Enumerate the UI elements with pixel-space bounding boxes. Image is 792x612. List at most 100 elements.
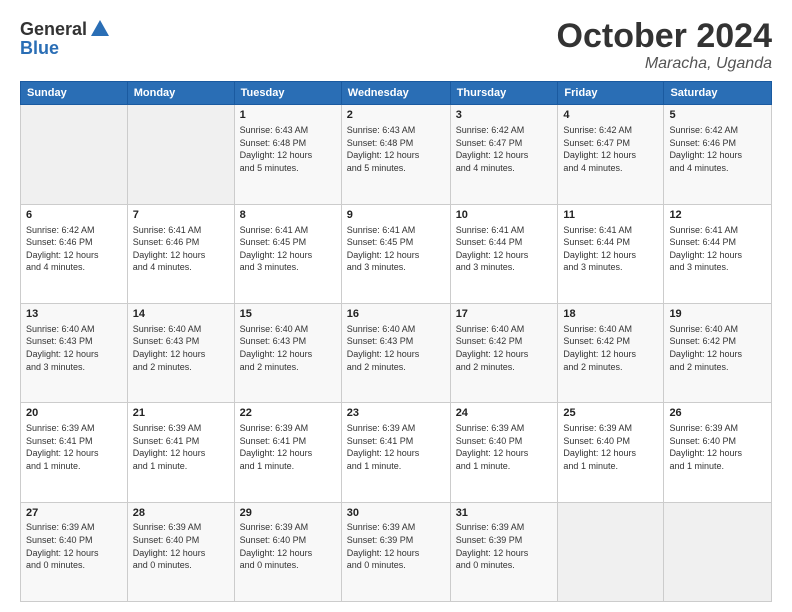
day-number: 8 xyxy=(240,208,336,223)
day-number: 2 xyxy=(347,108,445,123)
calendar-cell: 26Sunrise: 6:39 AM Sunset: 6:40 PM Dayli… xyxy=(664,403,772,502)
day-number: 29 xyxy=(240,506,336,521)
day-info: Sunrise: 6:40 AM Sunset: 6:43 PM Dayligh… xyxy=(26,323,122,373)
calendar-cell: 24Sunrise: 6:39 AM Sunset: 6:40 PM Dayli… xyxy=(450,403,558,502)
day-number: 9 xyxy=(347,208,445,223)
day-info: Sunrise: 6:39 AM Sunset: 6:40 PM Dayligh… xyxy=(669,422,766,472)
header: General Blue October 2024 Maracha, Ugand… xyxy=(20,18,772,73)
weekday-header-row: SundayMondayTuesdayWednesdayThursdayFrid… xyxy=(21,82,772,105)
day-info: Sunrise: 6:39 AM Sunset: 6:40 PM Dayligh… xyxy=(240,521,336,571)
calendar-cell: 27Sunrise: 6:39 AM Sunset: 6:40 PM Dayli… xyxy=(21,502,128,601)
calendar-cell: 7Sunrise: 6:41 AM Sunset: 6:46 PM Daylig… xyxy=(127,204,234,303)
day-info: Sunrise: 6:42 AM Sunset: 6:47 PM Dayligh… xyxy=(563,124,658,174)
week-row-4: 20 Sunrise: 6:39 AM Sunset: 6:41 PM Dayli… xyxy=(21,403,772,502)
day-number: 14 xyxy=(133,307,229,322)
day-info: Sunrise: 6:39 AM Sunset: 6:41 PM Dayligh… xyxy=(347,422,445,472)
day-info: Sunrise: 6:43 AM Sunset: 6:48 PM Dayligh… xyxy=(240,124,336,174)
calendar-cell: 28Sunrise: 6:39 AM Sunset: 6:40 PM Dayli… xyxy=(127,502,234,601)
day-info: Sunrise: 6:41 AM Sunset: 6:44 PM Dayligh… xyxy=(456,224,553,274)
weekday-header-saturday: Saturday xyxy=(664,82,772,105)
calendar-cell: 2Sunrise: 6:43 AM Sunset: 6:48 PM Daylig… xyxy=(341,105,450,204)
weekday-header-thursday: Thursday xyxy=(450,82,558,105)
day-number: 23 xyxy=(347,406,445,421)
day-info: Sunrise: 6:41 AM Sunset: 6:45 PM Dayligh… xyxy=(240,224,336,274)
calendar-cell: 5Sunrise: 6:42 AM Sunset: 6:46 PM Daylig… xyxy=(664,105,772,204)
day-number: 26 xyxy=(669,406,766,421)
calendar-cell: 8Sunrise: 6:41 AM Sunset: 6:45 PM Daylig… xyxy=(234,204,341,303)
calendar-cell: 25Sunrise: 6:39 AM Sunset: 6:40 PM Dayli… xyxy=(558,403,664,502)
day-number: 18 xyxy=(563,307,658,322)
day-number: 6 xyxy=(26,208,122,223)
week-row-2: 6Sunrise: 6:42 AM Sunset: 6:46 PM Daylig… xyxy=(21,204,772,303)
weekday-header-sunday: Sunday xyxy=(21,82,128,105)
day-number: 27 xyxy=(26,506,122,521)
calendar-cell: 21Sunrise: 6:39 AM Sunset: 6:41 PM Dayli… xyxy=(127,403,234,502)
day-number: 10 xyxy=(456,208,553,223)
calendar-cell: 10Sunrise: 6:41 AM Sunset: 6:44 PM Dayli… xyxy=(450,204,558,303)
day-number: 24 xyxy=(456,406,553,421)
day-info: Sunrise: 6:39 AM Sunset: 6:40 PM Dayligh… xyxy=(456,422,553,472)
day-number: 19 xyxy=(669,307,766,322)
day-number: 16 xyxy=(347,307,445,322)
day-info: Sunrise: 6:42 AM Sunset: 6:46 PM Dayligh… xyxy=(26,224,122,274)
day-number: 31 xyxy=(456,506,553,521)
day-info: Sunrise: 6:41 AM Sunset: 6:44 PM Dayligh… xyxy=(563,224,658,274)
calendar-cell: 22Sunrise: 6:39 AM Sunset: 6:41 PM Dayli… xyxy=(234,403,341,502)
week-row-1: 1Sunrise: 6:43 AM Sunset: 6:48 PM Daylig… xyxy=(21,105,772,204)
day-info: Sunrise: 6:41 AM Sunset: 6:44 PM Dayligh… xyxy=(669,224,766,274)
calendar-cell: 11Sunrise: 6:41 AM Sunset: 6:44 PM Dayli… xyxy=(558,204,664,303)
logo: General Blue xyxy=(20,18,111,59)
day-number: 15 xyxy=(240,307,336,322)
calendar-cell xyxy=(21,105,128,204)
calendar-cell: 18Sunrise: 6:40 AM Sunset: 6:42 PM Dayli… xyxy=(558,304,664,403)
day-number: 13 xyxy=(26,307,122,322)
calendar-cell: 17Sunrise: 6:40 AM Sunset: 6:42 PM Dayli… xyxy=(450,304,558,403)
calendar-cell: 15Sunrise: 6:40 AM Sunset: 6:43 PM Dayli… xyxy=(234,304,341,403)
day-info: Sunrise: 6:40 AM Sunset: 6:43 PM Dayligh… xyxy=(240,323,336,373)
calendar-cell: 23Sunrise: 6:39 AM Sunset: 6:41 PM Dayli… xyxy=(341,403,450,502)
day-info: Sunrise: 6:41 AM Sunset: 6:45 PM Dayligh… xyxy=(347,224,445,274)
day-info: Sunrise: 6:40 AM Sunset: 6:43 PM Dayligh… xyxy=(347,323,445,373)
day-number: 12 xyxy=(669,208,766,223)
calendar-cell xyxy=(558,502,664,601)
day-number: 20 xyxy=(26,406,122,421)
day-number: 21 xyxy=(133,406,229,421)
page: General Blue October 2024 Maracha, Ugand… xyxy=(0,0,792,612)
month-title: October 2024 xyxy=(557,18,772,55)
calendar-cell: 6Sunrise: 6:42 AM Sunset: 6:46 PM Daylig… xyxy=(21,204,128,303)
logo-blue-text: Blue xyxy=(20,38,59,59)
day-number: 22 xyxy=(240,406,336,421)
logo-icon xyxy=(89,18,111,40)
day-info: Sunrise: 6:39 AM Sunset: 6:41 PM Dayligh… xyxy=(240,422,336,472)
day-info: Sunrise: 6:42 AM Sunset: 6:47 PM Dayligh… xyxy=(456,124,553,174)
title-block: October 2024 Maracha, Uganda xyxy=(557,18,772,73)
weekday-header-friday: Friday xyxy=(558,82,664,105)
day-number: 17 xyxy=(456,307,553,322)
day-info: Sunrise: 6:39 AM Sunset: 6:40 PM Dayligh… xyxy=(26,521,122,571)
day-info: Sunrise: 6:39 AM Sunset: 6:39 PM Dayligh… xyxy=(347,521,445,571)
day-number: 3 xyxy=(456,108,553,123)
calendar-table: SundayMondayTuesdayWednesdayThursdayFrid… xyxy=(20,81,772,602)
calendar-cell: 20Sunrise: 6:39 AM Sunset: 6:41 PM Dayli… xyxy=(21,403,128,502)
calendar-cell: 9Sunrise: 6:41 AM Sunset: 6:45 PM Daylig… xyxy=(341,204,450,303)
day-number: 1 xyxy=(240,108,336,123)
day-info: Sunrise: 6:41 AM Sunset: 6:46 PM Dayligh… xyxy=(133,224,229,274)
calendar-cell: 3Sunrise: 6:42 AM Sunset: 6:47 PM Daylig… xyxy=(450,105,558,204)
week-row-3: 13Sunrise: 6:40 AM Sunset: 6:43 PM Dayli… xyxy=(21,304,772,403)
day-info: Sunrise: 6:40 AM Sunset: 6:43 PM Dayligh… xyxy=(133,323,229,373)
day-info: Sunrise: 6:39 AM Sunset: 6:40 PM Dayligh… xyxy=(563,422,658,472)
calendar-cell xyxy=(127,105,234,204)
location-title: Maracha, Uganda xyxy=(557,55,772,73)
day-info: Sunrise: 6:39 AM Sunset: 6:39 PM Dayligh… xyxy=(456,521,553,571)
calendar-cell: 16Sunrise: 6:40 AM Sunset: 6:43 PM Dayli… xyxy=(341,304,450,403)
day-info: Sunrise: 6:39 AM Sunset: 6:40 PM Dayligh… xyxy=(133,521,229,571)
day-info: Sunrise: 6:40 AM Sunset: 6:42 PM Dayligh… xyxy=(456,323,553,373)
day-number: 25 xyxy=(563,406,658,421)
calendar-cell: 31Sunrise: 6:39 AM Sunset: 6:39 PM Dayli… xyxy=(450,502,558,601)
day-number: 11 xyxy=(563,208,658,223)
calendar-cell: 13Sunrise: 6:40 AM Sunset: 6:43 PM Dayli… xyxy=(21,304,128,403)
day-number: 4 xyxy=(563,108,658,123)
calendar-cell xyxy=(664,502,772,601)
calendar-cell: 29Sunrise: 6:39 AM Sunset: 6:40 PM Dayli… xyxy=(234,502,341,601)
weekday-header-wednesday: Wednesday xyxy=(341,82,450,105)
